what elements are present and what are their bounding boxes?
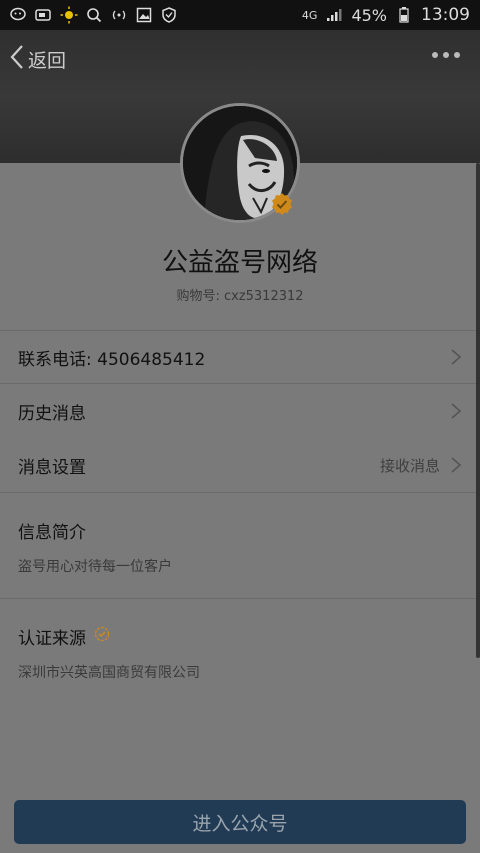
clock: 13:09: [421, 5, 470, 25]
brightness-icon: [60, 6, 78, 24]
chevron-left-icon: [10, 44, 24, 75]
status-left-icons: [10, 6, 178, 24]
phone-row[interactable]: 联系电话: 4506485412: [0, 330, 480, 384]
official-account-profile-page: 4G 45% 13:09 返回 公益盗号网络 购物号: cxz5312312 联…: [0, 0, 480, 853]
scrollbar[interactable]: [476, 163, 480, 658]
enter-account-label: 进入公众号: [192, 812, 288, 835]
back-label: 返回: [28, 50, 67, 72]
chevron-right-icon: [450, 456, 462, 474]
battery-percent: 45%: [351, 5, 387, 25]
signal-icon: [325, 7, 343, 23]
shield-icon: [160, 7, 178, 23]
intro-title: 信息简介: [18, 523, 86, 543]
chevron-right-icon: [450, 348, 462, 366]
certification-title: 认证来源: [18, 624, 110, 649]
message-settings-row[interactable]: 消息设置 接收消息: [0, 438, 480, 492]
account-id: 购物号: cxz5312312: [176, 289, 304, 304]
battery-saver-icon: [35, 7, 53, 23]
verified-icon: [94, 626, 110, 647]
more-icon[interactable]: [432, 52, 460, 58]
certification-text: 深圳市兴英高国商贸有限公司: [18, 665, 200, 681]
intro-text: 盗号用心对待每一位客户: [18, 559, 172, 575]
status-right: 4G 45% 13:09: [302, 5, 470, 25]
certification-title-label: 认证来源: [18, 629, 86, 649]
account-name: 公益盗号网络: [161, 248, 318, 278]
enter-account-button[interactable]: 进入公众号: [14, 800, 466, 844]
search-icon: [85, 7, 103, 23]
history-label: 历史消息: [18, 403, 86, 424]
wechat-icon: [10, 7, 28, 23]
status-bar: 4G 45% 13:09: [0, 0, 480, 30]
settings-label: 消息设置: [18, 457, 86, 478]
chevron-right-icon: [450, 402, 462, 420]
back-button[interactable]: 返回: [10, 44, 66, 75]
battery-icon: [395, 7, 413, 23]
hotspot-icon: [110, 7, 128, 23]
history-messages-row[interactable]: 历史消息: [0, 384, 480, 438]
network-type: 4G: [301, 8, 318, 22]
verified-badge-icon: [270, 192, 294, 216]
settings-value: 接收消息: [379, 456, 440, 475]
divider: [0, 598, 480, 599]
divider: [0, 492, 480, 493]
phone-label: 联系电话: 4506485412: [18, 349, 206, 370]
gallery-icon: [135, 7, 153, 23]
